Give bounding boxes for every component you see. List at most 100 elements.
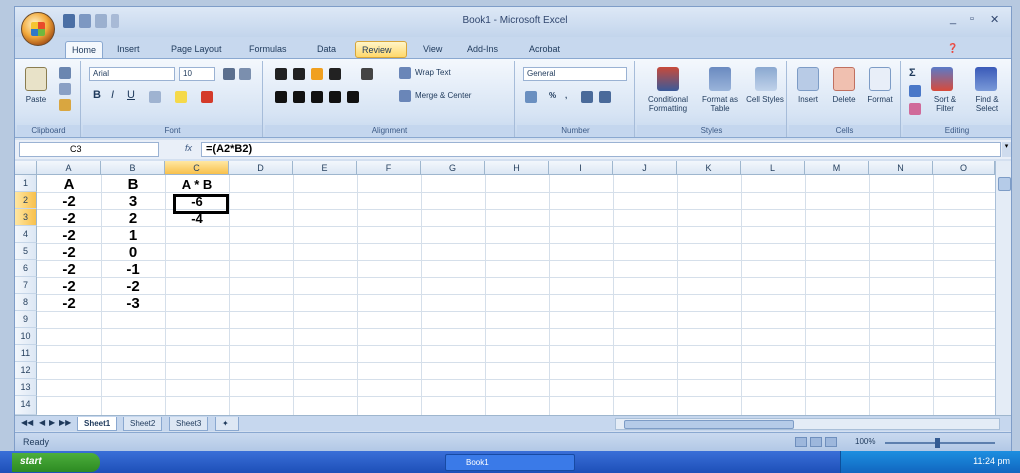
cell-b5[interactable]: 0 xyxy=(101,245,165,260)
shrink-font-icon[interactable] xyxy=(239,68,251,80)
cell-a3[interactable]: -2 xyxy=(37,211,101,226)
align-top-icon[interactable] xyxy=(275,68,287,80)
row-header-4[interactable]: 4 xyxy=(15,226,37,243)
autosum-icon[interactable]: Σ xyxy=(909,67,916,80)
customize-qat-icon[interactable] xyxy=(111,14,119,28)
zoom-knob[interactable] xyxy=(935,438,940,448)
align-middle-icon[interactable] xyxy=(293,68,305,80)
find-select-label[interactable]: Find & Select xyxy=(967,95,1007,113)
increase-decimal-icon[interactable] xyxy=(581,91,593,103)
column-header-k[interactable]: K xyxy=(677,161,741,175)
row-header-6[interactable]: 6 xyxy=(15,260,37,277)
column-header-a[interactable]: A xyxy=(37,161,101,175)
conditional-formatting-label[interactable]: Conditional Formatting xyxy=(637,95,699,113)
grow-font-icon[interactable] xyxy=(223,68,235,80)
cell-a7[interactable]: -2 xyxy=(37,279,101,294)
delete-cells-icon[interactable] xyxy=(833,67,855,91)
redo-icon[interactable] xyxy=(95,14,107,28)
cell-a1[interactable]: A xyxy=(37,177,101,192)
horizontal-scrollbar[interactable] xyxy=(615,418,1000,430)
fill-icon[interactable] xyxy=(909,85,921,97)
align-center-icon[interactable] xyxy=(293,91,305,103)
tab-page-layout[interactable]: Page Layout xyxy=(165,41,228,58)
row-header-7[interactable]: 7 xyxy=(15,277,37,294)
insert-cells-icon[interactable] xyxy=(797,67,819,91)
minimize-button[interactable]: _ xyxy=(950,13,956,25)
cell-b1[interactable]: B xyxy=(101,177,165,192)
cell-styles-icon[interactable] xyxy=(755,67,777,91)
column-header-m[interactable]: M xyxy=(805,161,869,175)
tab-acrobat[interactable]: Acrobat xyxy=(523,41,566,58)
cut-icon[interactable] xyxy=(59,67,71,79)
save-icon[interactable] xyxy=(63,14,75,28)
tab-view[interactable]: View xyxy=(417,41,448,58)
sheet-tab-3[interactable]: Sheet3 xyxy=(169,417,209,431)
cell-b3[interactable]: 2 xyxy=(101,211,165,226)
tab-insert[interactable]: Insert xyxy=(111,41,146,58)
indent-icon[interactable] xyxy=(361,68,373,80)
column-header-l[interactable]: L xyxy=(741,161,805,175)
format-as-table-icon[interactable] xyxy=(709,67,731,91)
wrap-text-button[interactable]: Wrap Text xyxy=(415,68,451,81)
cell-a5[interactable]: -2 xyxy=(37,245,101,260)
merge-center-icon[interactable] xyxy=(399,90,411,102)
orientation-icon[interactable] xyxy=(329,68,341,80)
scroll-thumb[interactable] xyxy=(998,177,1011,191)
delete-cells-label[interactable]: Delete xyxy=(825,95,863,104)
fill-color-icon[interactable] xyxy=(175,91,187,103)
cell-b4[interactable]: 1 xyxy=(101,228,165,243)
close-button[interactable]: ✕ xyxy=(990,13,999,26)
last-sheet-icon[interactable]: ▶▶ xyxy=(59,418,71,427)
tab-home[interactable]: Home xyxy=(65,41,104,58)
insert-function-button[interactable]: fx xyxy=(185,143,192,153)
name-box[interactable]: C3 xyxy=(19,142,159,157)
cell-b2[interactable]: 3 xyxy=(101,194,165,209)
row-header-13[interactable]: 13 xyxy=(15,379,37,396)
zoom-slider[interactable] xyxy=(885,438,995,448)
clear-icon[interactable] xyxy=(909,103,921,115)
decrease-decimal-icon[interactable] xyxy=(599,91,611,103)
increase-indent-icon[interactable] xyxy=(347,91,359,103)
taskbar-item-excel[interactable]: Book1 xyxy=(445,454,575,471)
row-header-11[interactable]: 11 xyxy=(15,345,37,362)
office-button[interactable] xyxy=(21,12,55,46)
formula-expand-button[interactable]: ▾ xyxy=(1002,142,1011,157)
row-header-10[interactable]: 10 xyxy=(15,328,37,345)
paste-icon[interactable] xyxy=(25,67,47,91)
page-break-view-icon[interactable] xyxy=(825,437,837,447)
next-sheet-icon[interactable]: ▶ xyxy=(49,418,55,427)
column-header-f[interactable]: F xyxy=(357,161,421,175)
tab-add-ins[interactable]: Add-Ins xyxy=(461,41,504,58)
zoom-level[interactable]: 100% xyxy=(855,437,875,446)
start-button[interactable]: start xyxy=(12,453,100,472)
italic-button[interactable]: I xyxy=(111,89,114,102)
currency-icon[interactable] xyxy=(525,91,537,103)
help-icon[interactable]: ❓ xyxy=(947,43,958,54)
percent-button[interactable]: % xyxy=(549,91,556,104)
copy-icon[interactable] xyxy=(59,83,71,95)
font-color-icon[interactable] xyxy=(201,91,213,103)
column-header-b[interactable]: B xyxy=(101,161,165,175)
row-header-12[interactable]: 12 xyxy=(15,362,37,379)
column-header-c[interactable]: C xyxy=(165,161,229,175)
formula-input[interactable]: =(A2*B2) xyxy=(201,142,1001,157)
cell-a6[interactable]: -2 xyxy=(37,262,101,277)
column-header-o[interactable]: O xyxy=(933,161,995,175)
cell-c1[interactable]: A * B xyxy=(165,177,229,192)
cell-b8[interactable]: -3 xyxy=(101,296,165,311)
conditional-formatting-icon[interactable] xyxy=(657,67,679,91)
comma-button[interactable]: , xyxy=(565,91,567,104)
cell-styles-label[interactable]: Cell Styles xyxy=(745,95,785,104)
vertical-scrollbar[interactable] xyxy=(995,161,1011,415)
underline-button[interactable]: U xyxy=(127,89,135,102)
borders-icon[interactable] xyxy=(149,91,161,103)
find-select-icon[interactable] xyxy=(975,67,997,91)
column-header-n[interactable]: N xyxy=(869,161,933,175)
row-header-14[interactable]: 14 xyxy=(15,396,37,415)
insert-cells-label[interactable]: Insert xyxy=(789,95,827,104)
prev-sheet-icon[interactable]: ◀ xyxy=(39,418,45,427)
align-left-icon[interactable] xyxy=(275,91,287,103)
sheet-tab-2[interactable]: Sheet2 xyxy=(123,417,163,431)
select-all-corner[interactable] xyxy=(15,161,37,175)
tab-data[interactable]: Data xyxy=(311,41,342,58)
